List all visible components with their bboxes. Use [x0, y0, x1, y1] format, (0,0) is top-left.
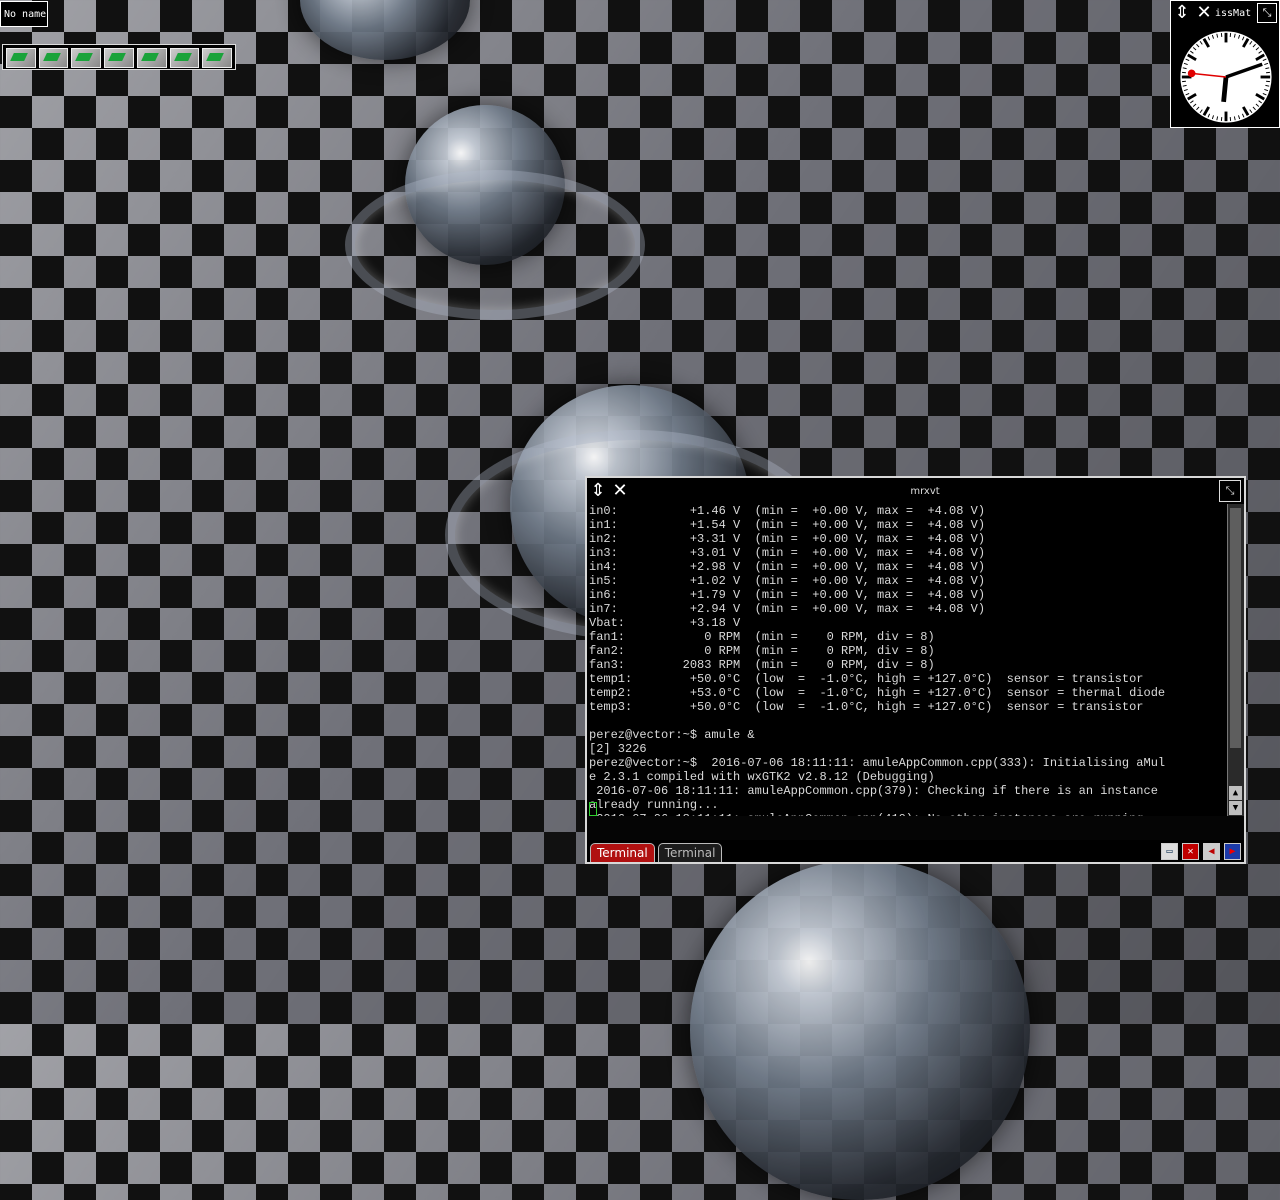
new-tab-icon[interactable]: ▭ [1161, 843, 1178, 860]
glass-sphere [300, 0, 470, 60]
terminal-titlebar[interactable]: ⇕ ✕ mrxvt ⤡ [587, 478, 1244, 504]
scrollbar-thumb[interactable] [1230, 508, 1241, 748]
pager-desktop-5[interactable] [137, 48, 167, 68]
close-x-icon[interactable]: ✕ [1193, 1, 1215, 25]
glass-sphere [690, 860, 1030, 1200]
terminal-window-title: mrxvt [631, 486, 1219, 497]
desktop-pager[interactable] [2, 44, 236, 70]
clock-window: ⇕ ✕ issMat ⤡ [1170, 0, 1280, 128]
pager-desktop-3[interactable] [71, 48, 101, 68]
pager-desktop-7[interactable] [202, 48, 232, 68]
maximize-icon[interactable]: ⤡ [1257, 3, 1277, 23]
close-tab-icon[interactable]: ✕ [1182, 843, 1199, 860]
terminal-text: in0: +1.46 V (min = +0.00 V, max = +4.08… [587, 504, 1228, 816]
terminal-scrollbar[interactable]: ▲ ▼ [1227, 504, 1244, 816]
terminal-window[interactable]: ⇕ ✕ mrxvt ⤡ in0: +1.46 V (min = +0.00 V,… [585, 476, 1246, 864]
move-arrows-icon[interactable]: ⇕ [1171, 1, 1193, 25]
window-name-label: No name [0, 1, 48, 27]
tab-terminal-1[interactable]: Terminal [590, 843, 655, 862]
scroll-up-icon[interactable]: ▲ [1229, 786, 1242, 800]
prev-tab-icon[interactable]: ◀ [1203, 843, 1220, 860]
scroll-down-icon[interactable]: ▼ [1229, 801, 1242, 815]
maximize-icon[interactable]: ⤡ [1219, 480, 1241, 502]
clock-titlebar[interactable]: ⇕ ✕ issMat ⤡ [1171, 1, 1279, 25]
analog-clock-face [1178, 29, 1274, 125]
move-arrows-icon[interactable]: ⇕ [587, 479, 609, 503]
terminal-tab-bar: Terminal Terminal ▭ ✕ ◀ ▶ [587, 840, 1244, 862]
next-tab-icon[interactable]: ▶ [1224, 843, 1241, 860]
clock-hour-hand [1224, 77, 1226, 102]
close-x-icon[interactable]: ✕ [609, 479, 631, 503]
pager-desktop-6[interactable] [170, 48, 200, 68]
terminal-cursor [589, 802, 597, 816]
terminal-output-area[interactable]: in0: +1.46 V (min = +0.00 V, max = +4.08… [587, 504, 1228, 816]
pager-desktop-1[interactable] [6, 48, 36, 68]
glass-ring [345, 170, 645, 320]
pager-desktop-4[interactable] [104, 48, 134, 68]
clock-window-title: issMat [1215, 8, 1257, 19]
tab-terminal-2[interactable]: Terminal [658, 843, 723, 862]
pager-desktop-2[interactable] [39, 48, 69, 68]
